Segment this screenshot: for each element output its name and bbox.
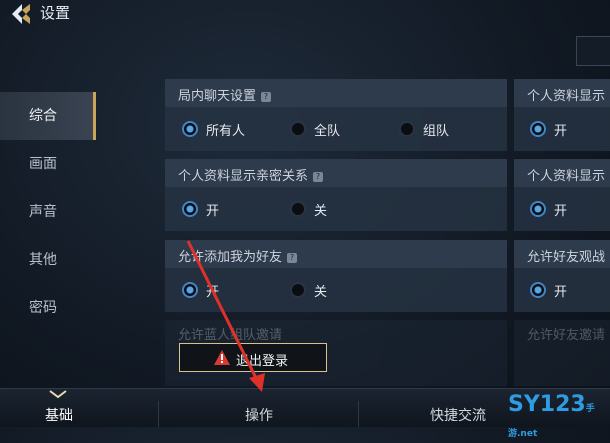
watermark-logo: SY123手游.net [508,392,595,439]
annotation-arrow [186,240,265,392]
